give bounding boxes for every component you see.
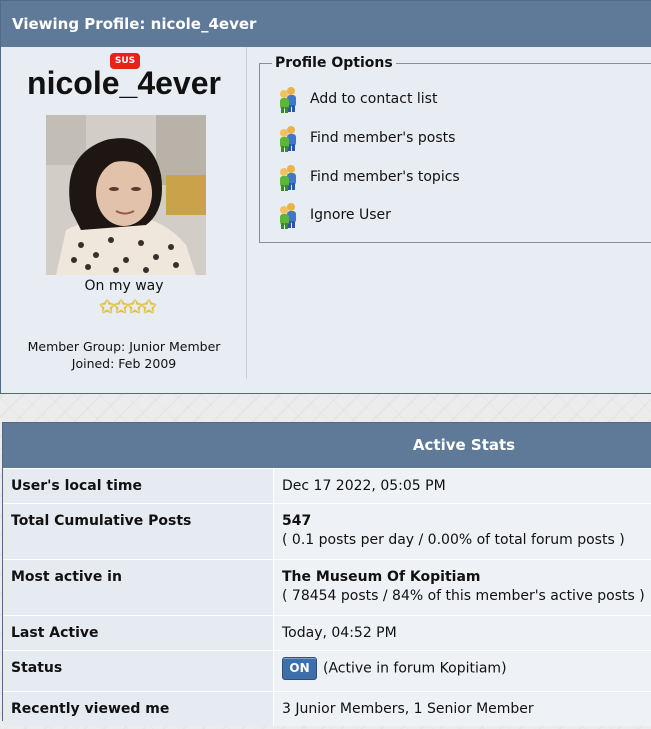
stat-row-local-time: User's local time Dec 17 2022, 05:05 PM bbox=[3, 468, 651, 503]
member-group: Member Group: Junior Member bbox=[27, 339, 221, 354]
username: nicole_4ever bbox=[27, 65, 221, 101]
stat-label: Status bbox=[3, 651, 274, 691]
last-active-value: Today, 04:52 PM bbox=[282, 625, 397, 641]
stat-value: ON (Active in forum Kopitiam) bbox=[274, 651, 651, 691]
stat-row-most-active: Most active in The Museum Of Kopitiam ( … bbox=[3, 559, 651, 615]
find-member-posts-link[interactable]: Find member's posts bbox=[278, 123, 455, 153]
profile-panel: Viewing Profile: nicole_4ever SUS nicole… bbox=[0, 0, 651, 394]
stat-label: User's local time bbox=[3, 469, 274, 503]
add-to-contact-list-link[interactable]: Add to contact list bbox=[278, 84, 437, 114]
option-label: Find member's topics bbox=[310, 169, 460, 185]
stat-row-recently-viewed: Recently viewed me 3 Junior Members, 1 S… bbox=[3, 691, 651, 726]
users-icon bbox=[280, 126, 296, 152]
stat-label: Last Active bbox=[3, 616, 274, 650]
total-posts-value: 547 bbox=[282, 513, 312, 529]
stat-label: Total Cumulative Posts bbox=[3, 504, 274, 559]
option-label: Find member's posts bbox=[310, 130, 456, 146]
local-time-value: Dec 17 2022, 05:05 PM bbox=[282, 478, 446, 494]
stat-value: Today, 04:52 PM bbox=[274, 616, 651, 650]
active-stats-title: Active Stats bbox=[412, 436, 516, 454]
profile-card: SUS nicole_4ever On my way ✩✩✩✩ Member G… bbox=[1, 47, 247, 379]
users-icon bbox=[280, 203, 296, 229]
stat-label: Most active in bbox=[3, 560, 274, 615]
most-active-forum-link[interactable]: The Museum Of Kopitiam bbox=[282, 569, 645, 585]
profile-header-title: Viewing Profile: nicole_4ever bbox=[12, 15, 257, 33]
status-text: (Active in forum Kopitiam) bbox=[323, 660, 507, 677]
active-stats-header: Active Stats bbox=[3, 423, 651, 468]
stat-label: Recently viewed me bbox=[3, 692, 274, 726]
joined-date: Joined: Feb 2009 bbox=[71, 356, 177, 371]
stat-value: 3 Junior Members, 1 Senior Member bbox=[274, 692, 651, 726]
stat-value: 547 ( 0.1 posts per day / 0.00% of total… bbox=[274, 504, 651, 559]
user-title: On my way bbox=[84, 278, 164, 294]
profile-header: Viewing Profile: nicole_4ever bbox=[1, 1, 651, 47]
find-member-topics-link[interactable]: Find member's topics bbox=[278, 162, 460, 192]
stat-row-status: Status ON (Active in forum Kopitiam) bbox=[3, 650, 651, 691]
option-label: Add to contact list bbox=[310, 91, 438, 107]
option-label: Ignore User bbox=[310, 207, 391, 223]
stat-row-total-posts: Total Cumulative Posts 547 ( 0.1 posts p… bbox=[3, 503, 651, 559]
stat-row-last-active: Last Active Today, 04:52 PM bbox=[3, 615, 651, 650]
users-icon bbox=[280, 165, 296, 191]
profile-options-box: Profile Options Add to contact list Find… bbox=[259, 55, 651, 243]
users-icon bbox=[280, 87, 296, 113]
active-stats-panel: Active Stats User's local time Dec 17 20… bbox=[2, 422, 651, 726]
status-badge: ON bbox=[282, 657, 317, 680]
rating-stars-icon: ✩✩✩✩ bbox=[99, 296, 157, 318]
recently-viewed-value: 3 Junior Members, 1 Senior Member bbox=[282, 701, 534, 717]
most-active-detail: ( 78454 posts / 84% of this member's act… bbox=[282, 588, 645, 604]
profile-options-legend: Profile Options bbox=[272, 55, 396, 71]
avatar[interactable] bbox=[46, 115, 206, 275]
stat-value: Dec 17 2022, 05:05 PM bbox=[274, 469, 651, 503]
stat-value: The Museum Of Kopitiam ( 78454 posts / 8… bbox=[274, 560, 651, 615]
total-posts-detail: ( 0.1 posts per day / 0.00% of total for… bbox=[282, 532, 625, 548]
ignore-user-link[interactable]: Ignore User bbox=[278, 200, 391, 230]
